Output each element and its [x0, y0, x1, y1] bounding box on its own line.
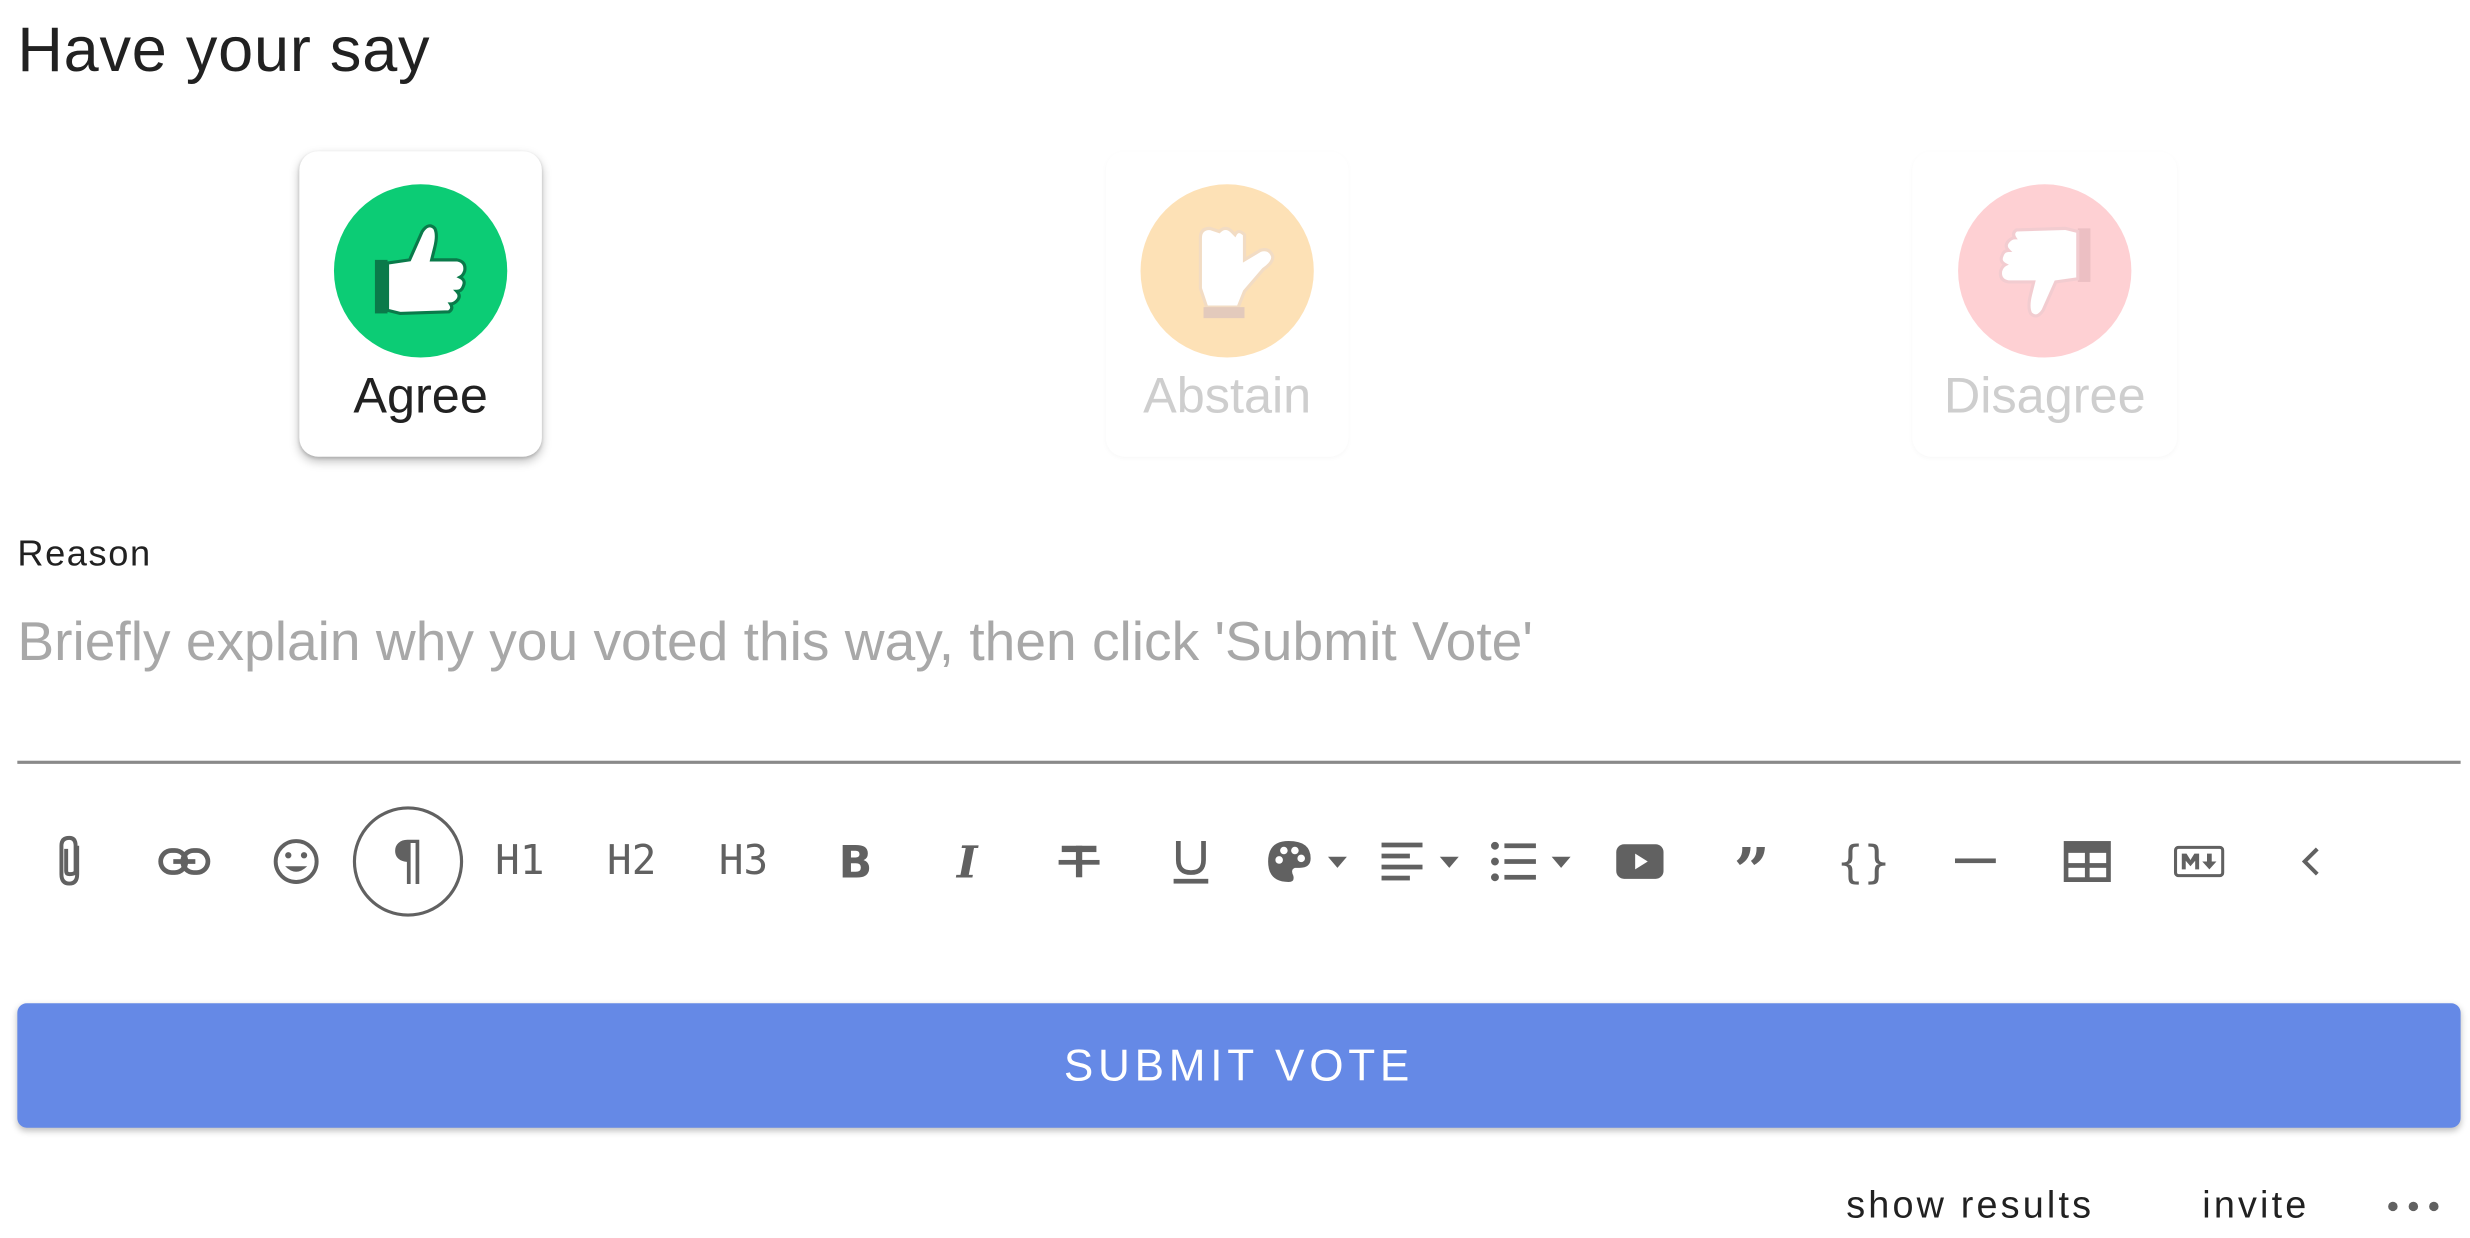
link-icon[interactable]	[129, 806, 239, 916]
reason-input[interactable]	[17, 595, 2461, 760]
reason-underline	[17, 760, 2461, 764]
reason-label: Reason	[17, 532, 152, 574]
horizontal-rule-icon[interactable]	[1920, 806, 2030, 916]
more-dot	[2408, 1201, 2419, 1212]
thumbs-sideways-icon	[1140, 184, 1314, 358]
emoji-icon[interactable]	[241, 806, 351, 916]
vote-agree-label: Agree	[353, 366, 488, 424]
code-icon[interactable]: {}	[1808, 806, 1918, 916]
italic-icon[interactable]: I	[912, 806, 1022, 916]
h3-icon[interactable]: H3	[688, 806, 798, 916]
page-title: Have your say	[17, 15, 431, 86]
vote-disagree-button[interactable]: Disagree	[1912, 151, 2177, 457]
palette-icon[interactable]	[1248, 806, 1377, 916]
quote-icon[interactable]: ”	[1697, 806, 1807, 916]
vote-abstain-label: Abstain	[1143, 366, 1312, 424]
h2-icon[interactable]: H2	[577, 806, 687, 916]
underline-icon[interactable]	[1136, 806, 1246, 916]
h1-icon[interactable]: H1	[465, 806, 575, 916]
strikethrough-icon[interactable]	[1024, 806, 1134, 916]
thumbs-up-icon	[333, 184, 508, 358]
align-icon[interactable]	[1359, 806, 1488, 916]
more-dot	[2429, 1201, 2439, 1212]
invite-link[interactable]: invite	[2202, 1184, 2309, 1228]
list-icon[interactable]	[1471, 806, 1600, 916]
more-dot	[2388, 1201, 2398, 1212]
vote-abstain-button[interactable]: Abstain	[1106, 151, 1349, 457]
paragraph-icon[interactable]: ¶	[352, 806, 464, 917]
table-icon[interactable]	[2032, 806, 2142, 916]
bold-icon[interactable]: B	[800, 806, 910, 916]
thumbs-down-icon	[1958, 184, 2132, 358]
vote-disagree-label: Disagree	[1943, 366, 2146, 424]
chevron-left-icon[interactable]	[2256, 806, 2366, 916]
show-results-link[interactable]: show results	[1846, 1184, 2094, 1228]
video-icon[interactable]	[1585, 806, 1695, 916]
vote-agree-button[interactable]: Agree	[299, 151, 542, 457]
more-options-icon[interactable]	[2388, 1188, 2439, 1226]
submit-vote-button[interactable]: SUBMIT VOTE	[17, 1003, 2461, 1128]
markdown-icon[interactable]	[2144, 806, 2254, 916]
paperclip-icon[interactable]	[17, 806, 127, 916]
